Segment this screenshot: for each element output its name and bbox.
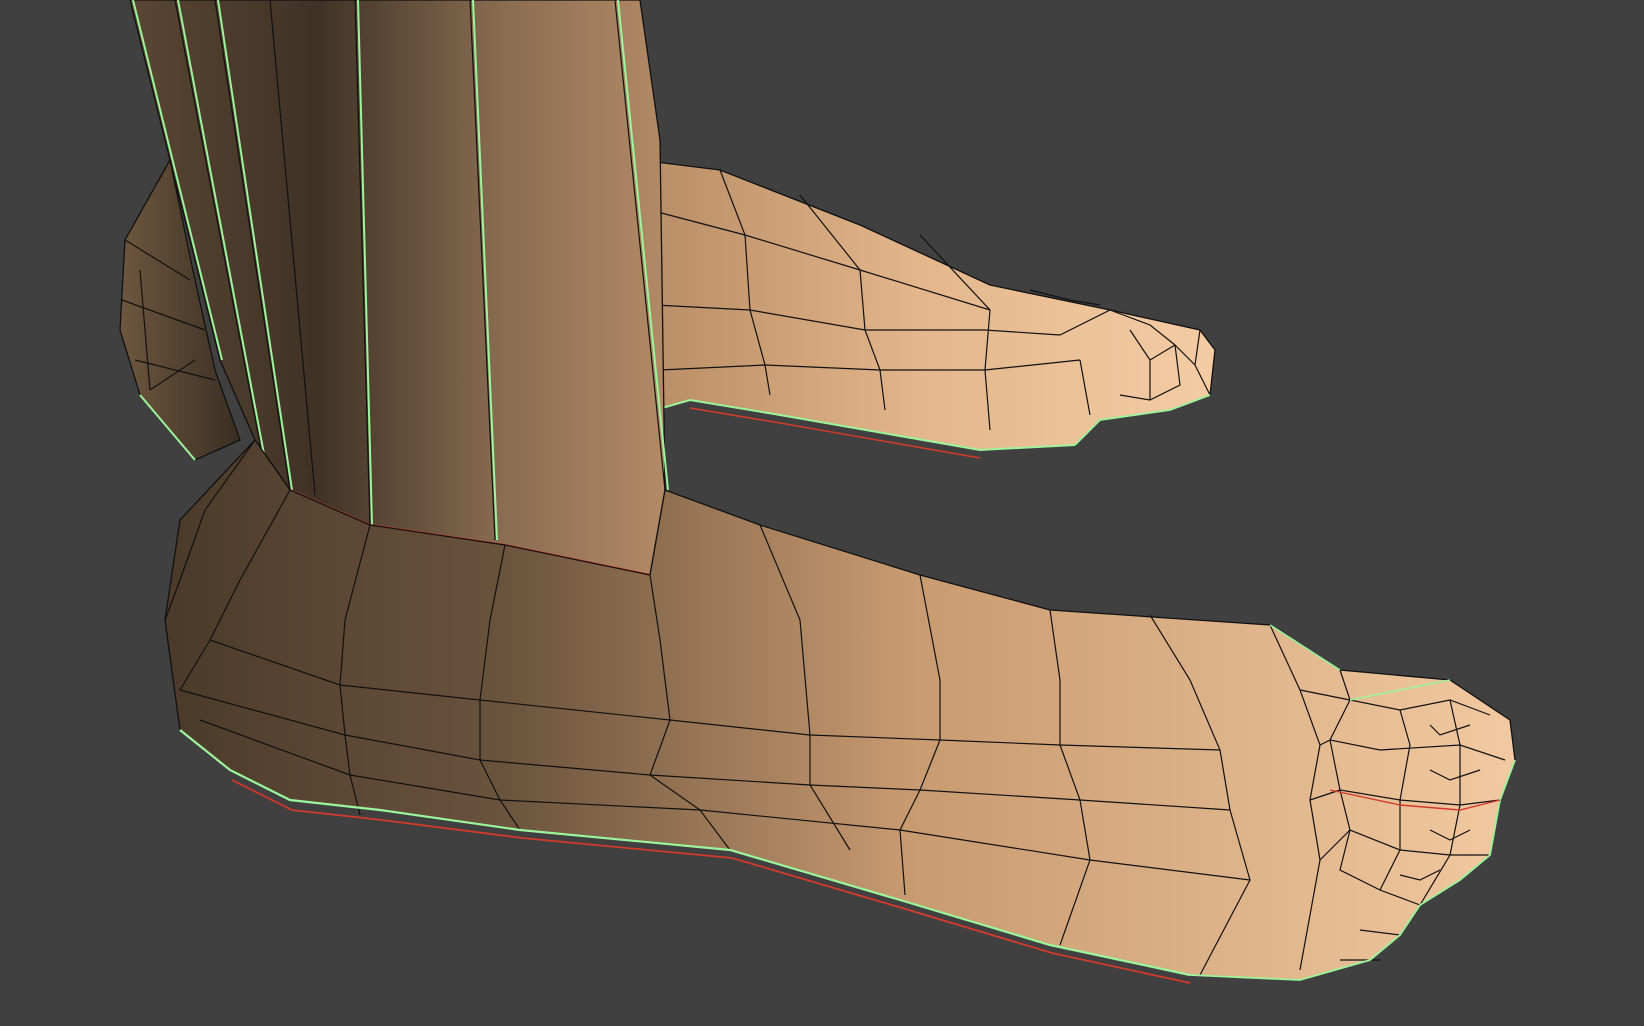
- 3d-viewport[interactable]: [0, 0, 1644, 1026]
- viewport-canvas[interactable]: [0, 0, 1644, 1026]
- back-foot: [639, 159, 1216, 459]
